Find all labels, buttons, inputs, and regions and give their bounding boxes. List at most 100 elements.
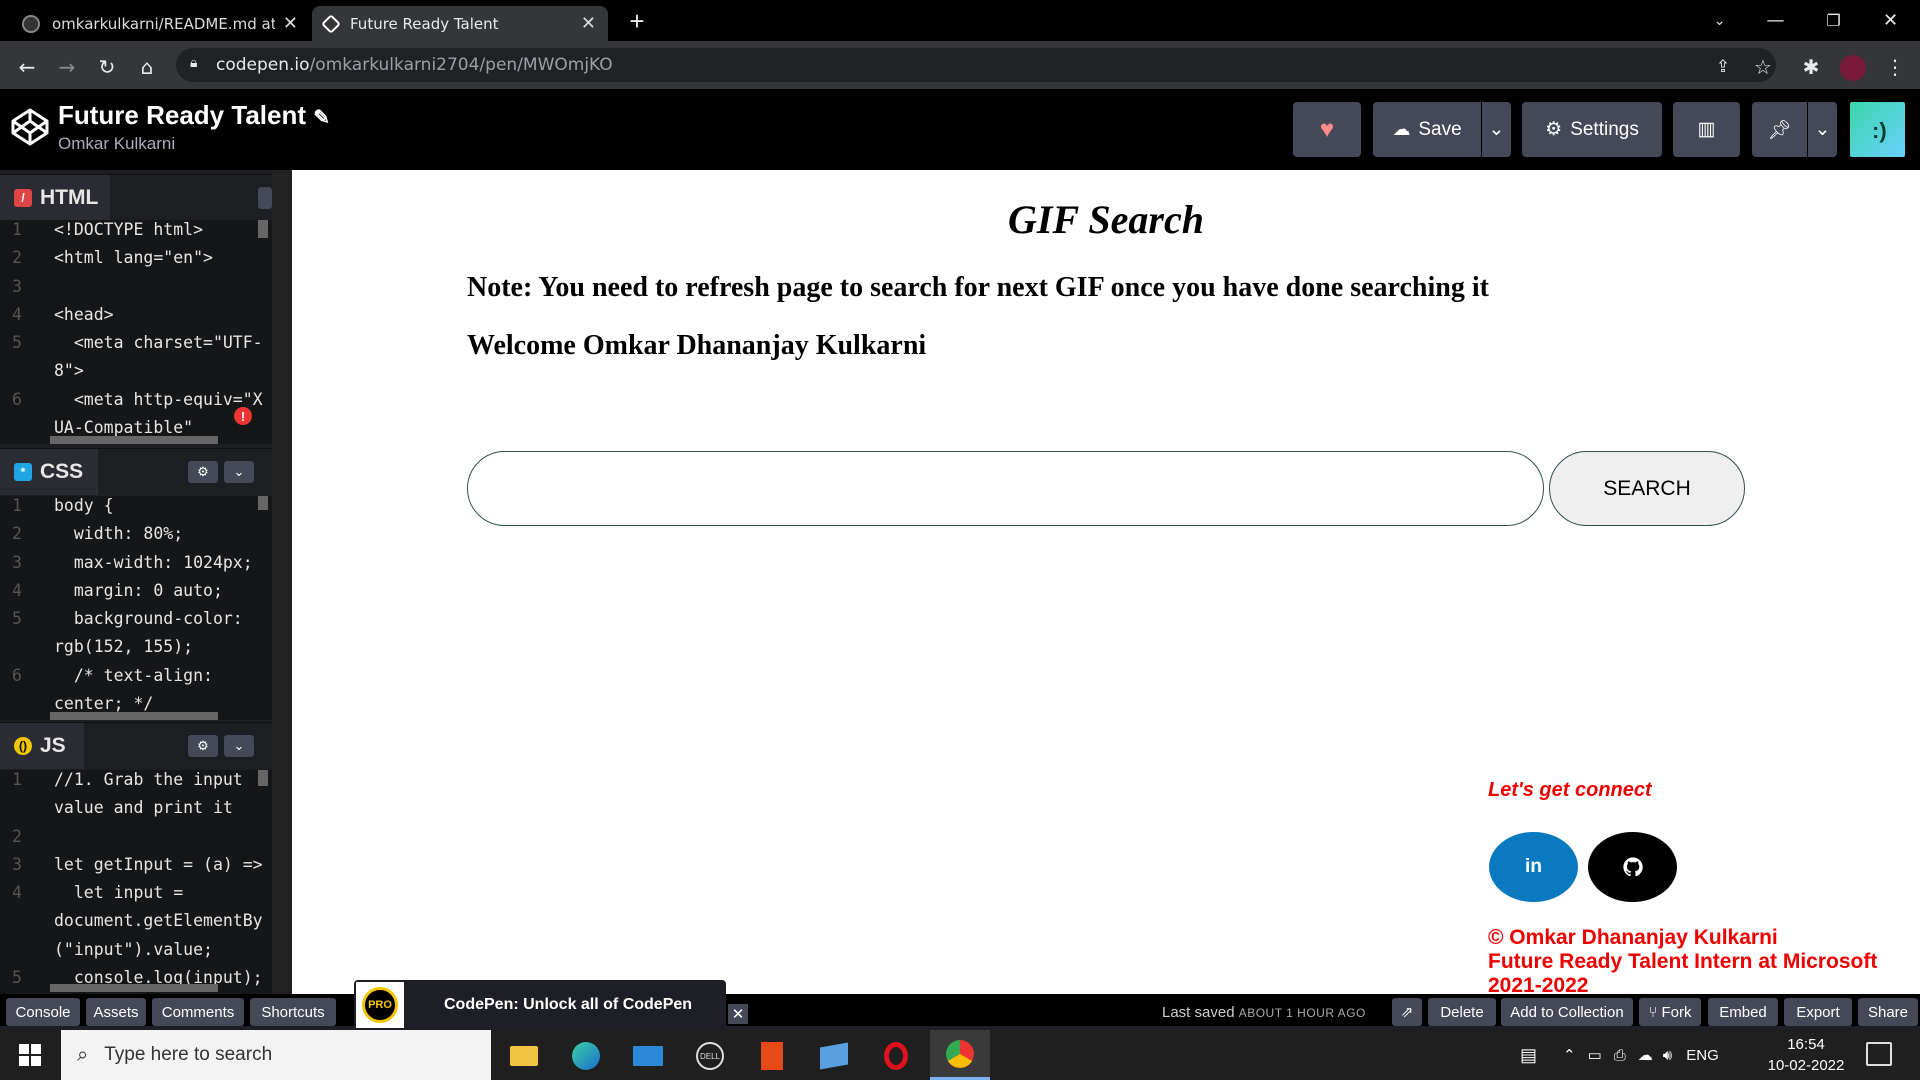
layout-icon: ▥ — [1697, 119, 1716, 140]
office-icon[interactable] — [748, 1036, 796, 1076]
codepen-logo-icon[interactable] — [10, 107, 50, 147]
pen-title[interactable]: Future Ready Talent ✎ — [58, 100, 330, 131]
connect-label: Let's get connect — [1488, 779, 1652, 801]
pen-author[interactable]: Omkar Kulkarni — [58, 134, 175, 154]
shortcuts-button[interactable]: Shortcuts — [250, 998, 336, 1026]
change-view-button[interactable]: ▥ — [1673, 102, 1740, 157]
start-button[interactable] — [0, 1030, 60, 1080]
html-title-text: HTML — [40, 186, 99, 209]
browser-tab-readme[interactable]: omkarkulkarni/README.md at m ✕ — [10, 6, 310, 41]
browser-tab-active[interactable]: Future Ready Talent ✕ — [312, 6, 608, 41]
new-tab-button[interactable]: + — [622, 6, 652, 36]
linkedin-button[interactable]: in — [1489, 832, 1578, 902]
css-settings-button[interactable]: ⚙ — [188, 461, 218, 483]
css-collapse-button[interactable]: ⌄ — [224, 461, 254, 483]
css-code-editor[interactable]: 1 body {2 width: 80%; 3 max-width: 1024px;… — [0, 496, 272, 720]
code-line: 5 <meta charset="UTF- — [0, 333, 272, 361]
close-promo-icon[interactable]: ✕ — [728, 1004, 748, 1024]
share-icon[interactable]: ⇪ — [1708, 52, 1738, 82]
language-indicator[interactable]: ENG — [1686, 1047, 1719, 1064]
home-icon[interactable]: ⌂ — [132, 52, 162, 82]
browser-menu-icon[interactable]: ⋮ — [1880, 52, 1910, 82]
js-settings-button[interactable]: ⚙ — [188, 735, 218, 757]
html-panel-collapse[interactable] — [258, 187, 272, 209]
codepen-favicon-icon — [321, 13, 341, 34]
github-button[interactable] — [1588, 832, 1677, 902]
remote-desktop-icon[interactable] — [810, 1036, 858, 1076]
fork-label: Fork — [1661, 1003, 1692, 1021]
add-to-collection-button[interactable]: Add to Collection — [1501, 998, 1633, 1026]
gif-search-input[interactable] — [467, 451, 1544, 526]
user-avatar[interactable]: :) — [1850, 102, 1905, 157]
css-panel-header: * CSS ⚙ ⌄ — [0, 448, 272, 495]
reload-icon[interactable]: ↻ — [92, 52, 122, 82]
css-vertical-scrollbar[interactable] — [258, 496, 268, 510]
js-panel-title[interactable]: () JS — [0, 723, 84, 769]
html-horizontal-scrollbar[interactable] — [50, 436, 218, 444]
device-icon[interactable]: ⎙ — [1614, 1047, 1626, 1064]
notifications-icon[interactable] — [1866, 1042, 1892, 1066]
console-button[interactable]: Console — [6, 998, 80, 1026]
editor-resize-handle[interactable] — [272, 170, 292, 994]
settings-button[interactable]: ⚙ Settings — [1522, 102, 1662, 157]
taskbar-clock[interactable]: 16:54 10-02-2022 — [1756, 1034, 1856, 1076]
onedrive-cloud-icon[interactable]: ☁ — [1638, 1046, 1653, 1064]
restore-icon[interactable]: ❐ — [1806, 0, 1861, 41]
mail-icon[interactable] — [624, 1036, 672, 1076]
bookmark-star-icon[interactable]: ☆ — [1748, 52, 1778, 82]
comments-button[interactable]: Comments — [152, 998, 244, 1026]
like-button[interactable]: ♥ — [1293, 102, 1361, 157]
extensions-icon[interactable]: ✱ — [1796, 52, 1826, 82]
pin-options-dropdown[interactable]: ⌄ — [1808, 102, 1837, 157]
close-tab-icon[interactable]: ✕ — [283, 13, 298, 34]
close-window-icon[interactable]: ✕ — [1863, 0, 1918, 41]
show-hidden-icons-chevron-icon[interactable]: ⌃ — [1563, 1046, 1576, 1064]
opera-icon[interactable] — [872, 1036, 920, 1076]
back-icon[interactable]: ← — [12, 52, 42, 82]
edit-pencil-icon[interactable]: ✎ — [313, 107, 330, 129]
news-widget-icon[interactable]: ▤ — [1520, 1045, 1537, 1066]
battery-icon[interactable]: ▭ — [1588, 1046, 1602, 1064]
css-horizontal-scrollbar[interactable] — [50, 712, 218, 720]
tab-search-chevron-icon[interactable]: ⌄ — [1692, 0, 1747, 41]
save-options-dropdown[interactable]: ⌄ — [1482, 102, 1511, 157]
share-button[interactable]: Share — [1858, 998, 1918, 1026]
pro-promo-banner[interactable]: PRO CodePen: Unlock all of CodePen — [354, 980, 726, 1030]
search-icon: ⌕ — [77, 1043, 89, 1066]
html-panel-title[interactable]: / HTML — [0, 175, 110, 221]
taskbar-search-box[interactable]: ⌕ Type here to search — [61, 1030, 491, 1080]
code-line: ("input").value; — [0, 940, 272, 968]
profile-avatar-icon[interactable] — [1840, 55, 1866, 81]
dell-icon[interactable]: DELL — [686, 1036, 734, 1076]
assets-button[interactable]: Assets — [86, 998, 146, 1026]
volume-icon[interactable]: 🔊︎ — [1663, 1047, 1672, 1064]
js-vertical-scrollbar[interactable] — [258, 770, 268, 786]
export-button[interactable]: Export — [1784, 998, 1852, 1026]
gif-search-heading: GIF Search — [1008, 197, 1204, 242]
promo-text: CodePen: Unlock all of CodePen — [444, 996, 693, 1013]
minimize-icon[interactable]: — — [1748, 0, 1803, 41]
edge-browser-icon[interactable] — [562, 1036, 610, 1076]
copyright-name: © Omkar Dhananjay Kulkarni — [1488, 926, 1778, 949]
settings-label: Settings — [1570, 118, 1639, 140]
pin-button[interactable]: 📌︎ — [1752, 102, 1807, 157]
error-alert-icon[interactable]: ! — [234, 407, 252, 425]
embed-button[interactable]: Embed — [1708, 998, 1778, 1026]
js-horizontal-scrollbar[interactable] — [50, 984, 218, 992]
delete-button[interactable]: Delete — [1428, 998, 1496, 1026]
file-explorer-icon[interactable] — [500, 1036, 548, 1076]
css-panel-title[interactable]: * CSS — [0, 449, 98, 495]
forward-icon[interactable]: → — [52, 52, 82, 82]
gear-icon: ⚙ — [197, 464, 209, 479]
close-tab-icon[interactable]: ✕ — [581, 13, 596, 34]
js-code-editor[interactable]: 1 //1. Grab the input value and print it 2 3… — [0, 770, 272, 994]
save-button[interactable]: ☁ Save — [1373, 102, 1481, 157]
html-code-editor[interactable]: 1 <!DOCTYPE html> 2 <html lang="en"> 3 4 <head… — [0, 220, 272, 444]
chrome-icon[interactable] — [930, 1030, 990, 1080]
open-external-button[interactable]: ⇗ — [1392, 998, 1422, 1026]
js-collapse-button[interactable]: ⌄ — [224, 735, 254, 757]
fork-button[interactable]: ⑂ Fork — [1639, 998, 1701, 1026]
search-button[interactable]: SEARCH — [1549, 451, 1745, 526]
address-bar[interactable]: 🔒︎ codepen.io/omkarkulkarni2704/pen/MWOm… — [176, 48, 1776, 82]
html-vertical-scrollbar[interactable] — [258, 220, 268, 238]
